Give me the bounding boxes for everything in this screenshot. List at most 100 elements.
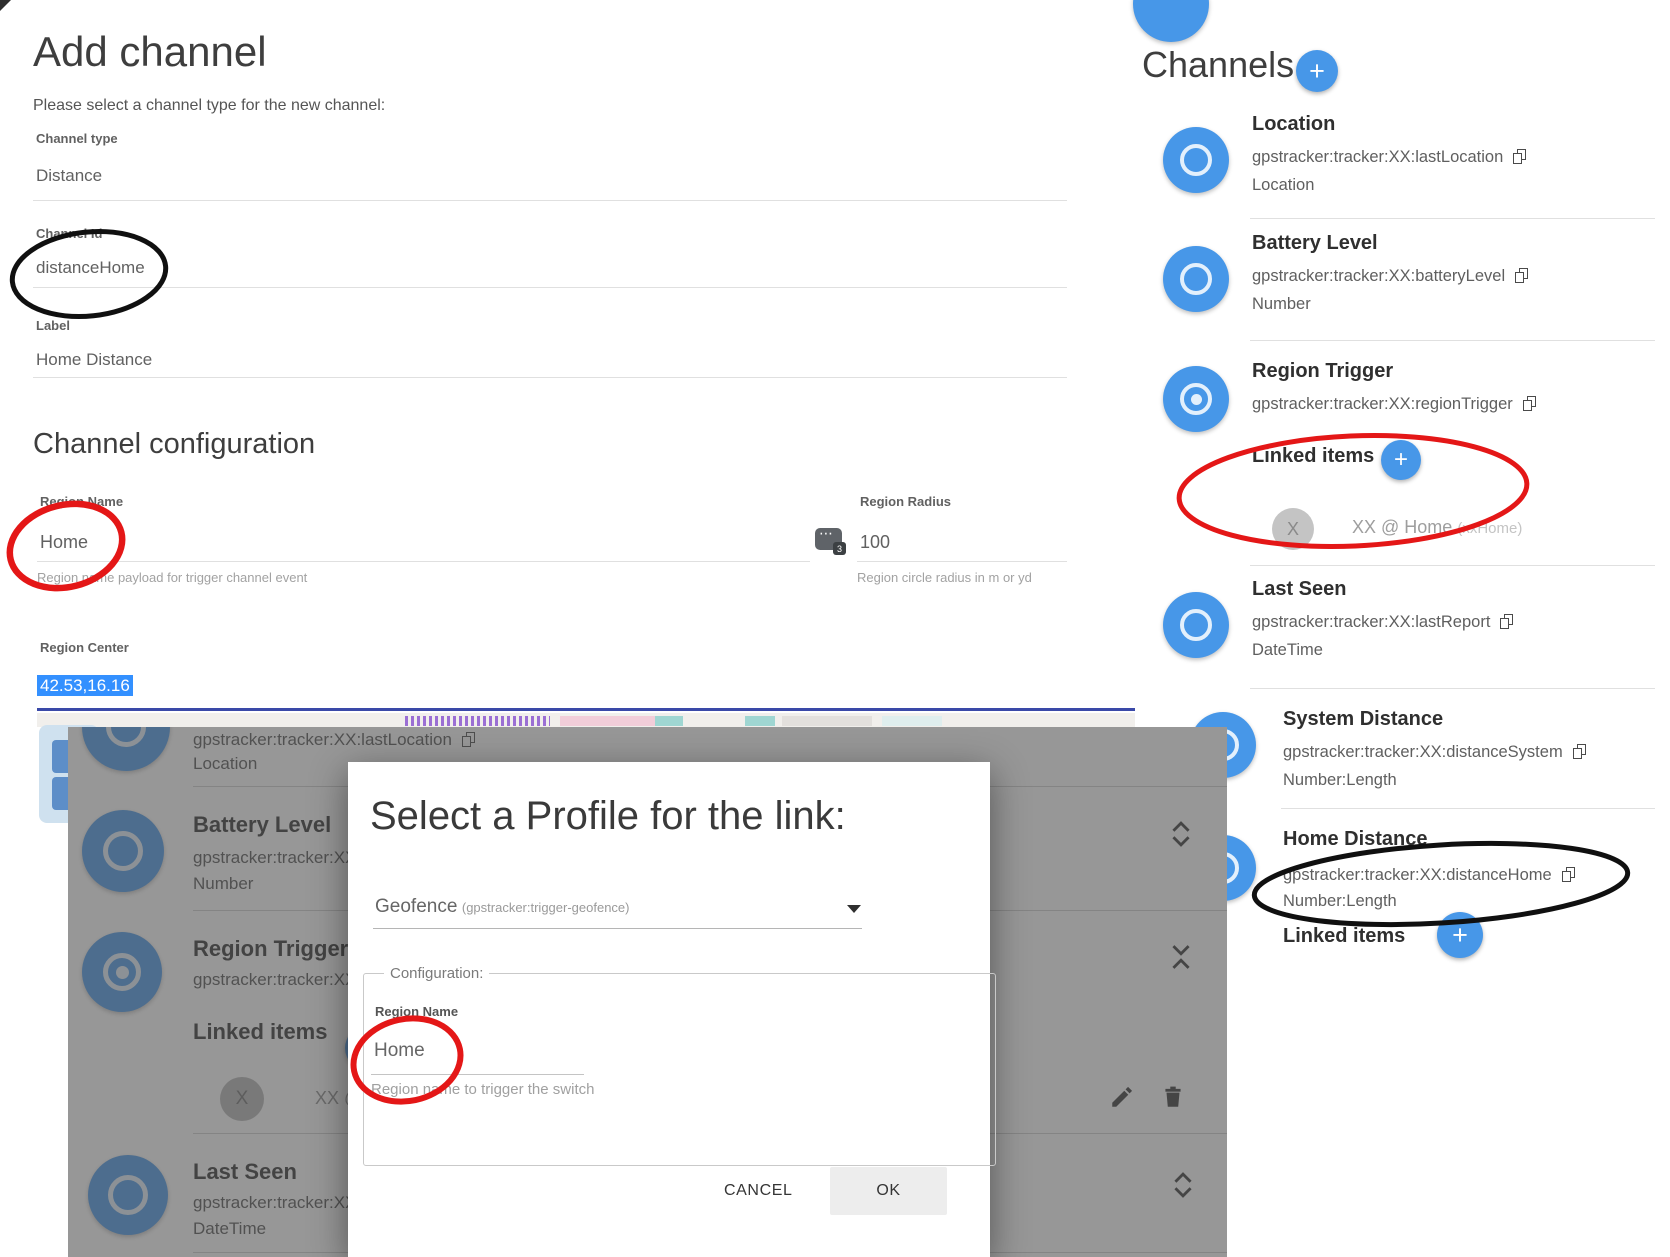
channel-state-icon (1163, 592, 1229, 658)
add-linked-item-button[interactable]: + (1381, 440, 1421, 480)
region-name-label: Region Name (40, 494, 123, 509)
channel-id-field[interactable]: distanceHome (36, 258, 145, 278)
profile-dialog: Select a Profile for the link: Geofence … (348, 762, 990, 1257)
region-name-helper: Region name to trigger the switch (371, 1081, 594, 1098)
add-linked-item-button[interactable]: + (1437, 912, 1483, 958)
channel-title: Last Seen (1252, 578, 1346, 601)
linked-item-label: XX @ Home (xxHome) (1352, 517, 1522, 538)
configuration-fieldset: Configuration: Region Name Home Region n… (363, 965, 996, 1166)
partial-circle-icon (1133, 0, 1209, 42)
channel-state-icon (1163, 246, 1229, 312)
channel-uid-text: gpstracker:tracker:XX:distanceSystem (1283, 743, 1563, 761)
syntax-smudge (882, 716, 942, 726)
channel-uid-text: gpstracker:tracker:XX:regionTrigger (1252, 395, 1513, 413)
screen: Add channel Please select a channel type… (0, 0, 1670, 1257)
channel-uid: gpstracker:tracker:XX:lastLocation (1252, 148, 1526, 167)
autofill-badge: 3 (833, 542, 846, 555)
linked-items-header: Linked items (1252, 445, 1374, 468)
region-radius-helper: Region circle radius in m or yd (857, 570, 1032, 585)
form-autofill-icon[interactable]: ⋯ 3 (815, 528, 842, 550)
region-radius-field[interactable]: 100 (860, 532, 890, 553)
channel-item-type: DateTime (1252, 641, 1323, 660)
syntax-smudge (655, 716, 683, 726)
channel-item-type: Number:Length (1283, 892, 1397, 911)
channel-trigger-icon (1163, 366, 1229, 432)
channel-title: Location (1252, 113, 1335, 136)
syntax-smudge (745, 716, 775, 726)
copy-icon[interactable] (1500, 614, 1513, 629)
channel-uid: gpstracker:tracker:XX:distanceHome (1283, 866, 1575, 885)
region-name-field[interactable]: Home (374, 1040, 425, 1062)
copy-icon[interactable] (1562, 867, 1575, 882)
channel-title: Home Distance (1283, 828, 1428, 851)
ok-button[interactable]: OK (830, 1167, 947, 1215)
channel-uid: gpstracker:tracker:XX:lastReport (1252, 613, 1513, 632)
region-name-field[interactable]: Home (40, 532, 88, 553)
divider (373, 928, 862, 929)
underlying-screenshot-strip (37, 713, 1135, 727)
avatar-letter: X (1287, 519, 1299, 540)
copy-icon[interactable] (1573, 744, 1586, 759)
channel-item-type: Number (1252, 295, 1311, 314)
channel-uid: gpstracker:tracker:XX:distanceSystem (1283, 743, 1586, 762)
channel-uid: gpstracker:tracker:XX:batteryLevel (1252, 267, 1528, 286)
channel-title: Region Trigger (1252, 360, 1393, 383)
linked-item-name: XX @ Home (1352, 517, 1452, 537)
copy-icon[interactable] (1515, 268, 1528, 283)
channel-uid-text: gpstracker:tracker:XX:lastLocation (1252, 148, 1503, 166)
page-subtitle: Please select a channel type for the new… (33, 97, 385, 115)
channel-uid-text: gpstracker:tracker:XX:lastReport (1252, 613, 1490, 631)
divider (857, 561, 1067, 562)
divider (1250, 340, 1655, 341)
copy-icon[interactable] (1523, 396, 1536, 411)
divider (33, 287, 1067, 288)
divider (1250, 688, 1655, 689)
plus-icon: + (1452, 920, 1468, 951)
label-label: Label (36, 318, 70, 333)
copy-icon[interactable] (1513, 149, 1526, 164)
add-channel-button[interactable]: + (1296, 50, 1338, 92)
channel-type-select[interactable]: Distance (36, 166, 102, 186)
syntax-smudge (560, 716, 660, 726)
channel-type-label: Channel type (36, 131, 118, 146)
divider (371, 1074, 584, 1075)
region-name-label: Region Name (375, 1004, 458, 1019)
region-center-label: Region Center (40, 640, 129, 655)
plus-icon: + (1309, 56, 1325, 87)
channel-uid-text: gpstracker:tracker:XX:batteryLevel (1252, 267, 1505, 285)
region-center-field[interactable]: 42.53,16.16 (37, 676, 133, 696)
configuration-legend: Configuration: (384, 965, 489, 982)
divider (33, 377, 1067, 378)
channel-item-type: Number:Length (1283, 771, 1397, 790)
linked-items-header: Linked items (1283, 925, 1405, 948)
linked-item-suffix: (xxHome) (1457, 520, 1522, 537)
cancel-button[interactable]: CANCEL (710, 1172, 807, 1210)
divider (37, 561, 810, 562)
channel-id-label: Channel Id (36, 226, 102, 241)
divider (1281, 808, 1655, 809)
syntax-smudge (782, 716, 872, 726)
focused-underline (37, 708, 1135, 711)
chevron-down-icon[interactable] (847, 905, 861, 913)
linked-item-avatar: X (1272, 508, 1314, 550)
profile-select-value: Geofence (375, 896, 457, 917)
label-field[interactable]: Home Distance (36, 350, 152, 370)
channel-title: System Distance (1283, 708, 1443, 731)
divider (1250, 218, 1655, 219)
region-name-helper: Region name payload for trigger channel … (37, 570, 307, 585)
selected-text: 42.53,16.16 (37, 675, 133, 696)
channel-item-type: Location (1252, 176, 1314, 195)
divider (1250, 565, 1655, 566)
channel-title: Battery Level (1252, 232, 1378, 255)
profile-select[interactable]: Geofence (gpstracker:trigger-geofence) (375, 896, 630, 918)
region-radius-label: Region Radius (860, 494, 951, 509)
profile-select-detail: (gpstracker:trigger-geofence) (462, 900, 630, 915)
channels-title: Channels (1142, 44, 1294, 86)
divider (33, 200, 1067, 201)
dialog-title: Select a Profile for the link: (370, 794, 846, 839)
page-title: Add channel (33, 28, 267, 76)
syntax-smudge (405, 716, 550, 726)
channel-uid-text: gpstracker:tracker:XX:distanceHome (1283, 866, 1552, 884)
autofill-dots: ⋯ (819, 525, 834, 542)
channel-uid: gpstracker:tracker:XX:regionTrigger (1252, 395, 1536, 414)
